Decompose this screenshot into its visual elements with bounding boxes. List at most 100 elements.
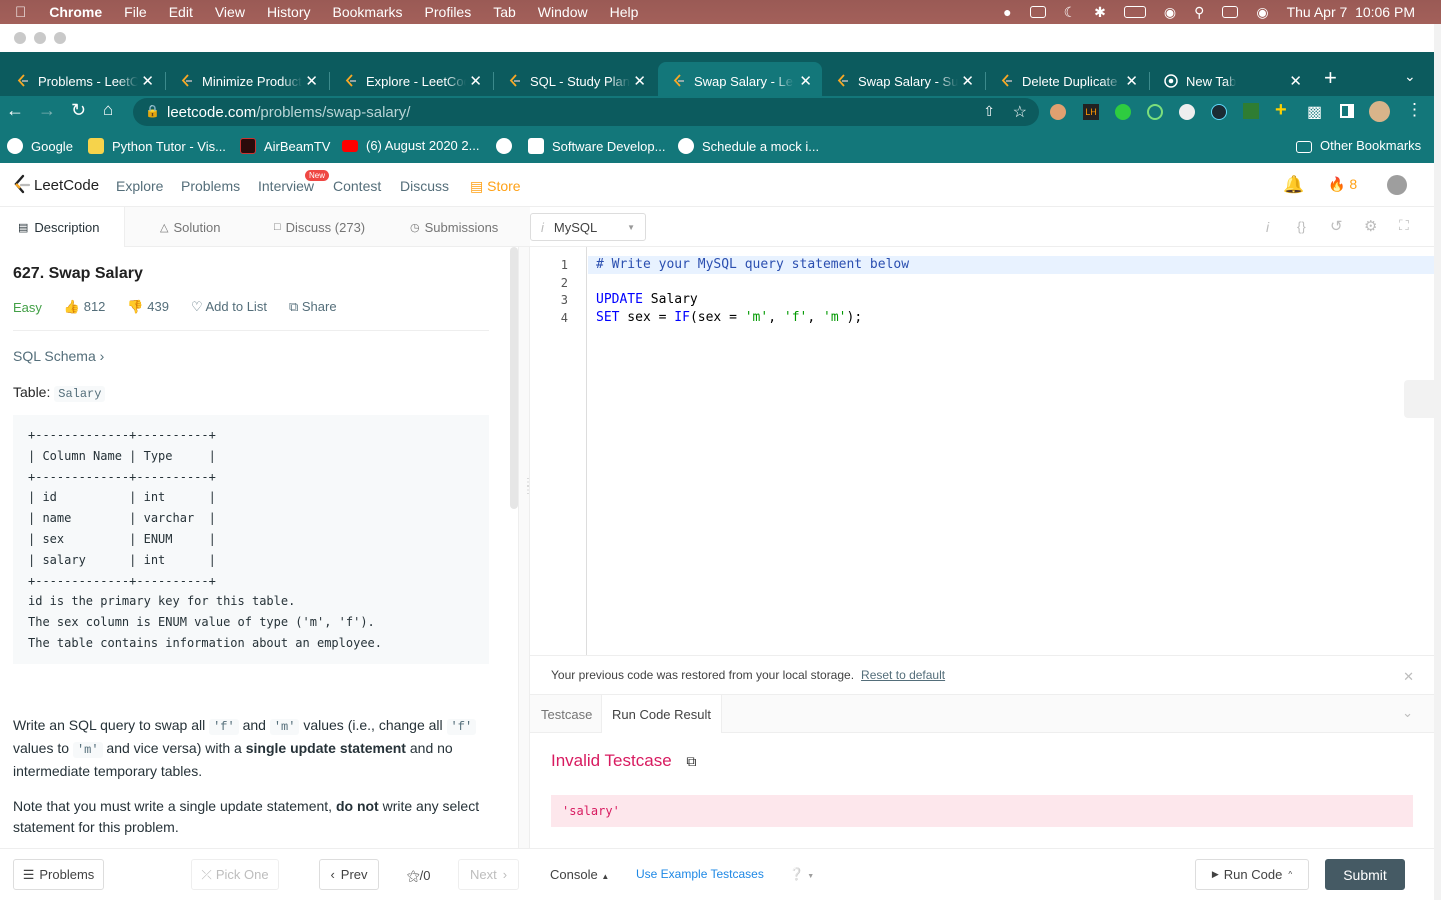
apple-icon[interactable]: 	[15, 4, 26, 21]
collapse-chevron-icon[interactable]: ⌄	[1402, 705, 1413, 721]
tab-description[interactable]: ▤ Description	[0, 207, 125, 247]
browser-tab[interactable]: SQL - Study Plan ✕	[494, 62, 656, 100]
braces-icon[interactable]: {}	[1297, 219, 1306, 234]
like-button[interactable]: 👍 812	[64, 299, 106, 315]
menu-view[interactable]: View	[215, 4, 245, 20]
tab-search-icon[interactable]: ⌄	[1404, 68, 1416, 85]
console-toggle[interactable]: Console ▲	[550, 867, 609, 882]
browser-tab[interactable]: New Tab ✕	[1150, 62, 1312, 100]
menu-bookmarks[interactable]: Bookmarks	[333, 4, 403, 20]
bell-icon[interactable]: 🔔	[1283, 175, 1304, 195]
bookmark-item[interactable]: Software Develop...	[528, 138, 665, 154]
more-menu-icon[interactable]: ⋮	[1406, 100, 1423, 120]
sidebar-icon[interactable]	[1340, 104, 1354, 118]
bookmark-item[interactable]: AirBeamTV	[240, 138, 330, 154]
language-select[interactable]: i MySQL ▼	[530, 213, 646, 241]
next-button[interactable]: Next ›	[458, 859, 519, 890]
problems-button[interactable]: ☰ Problems	[13, 859, 104, 890]
control-center-icon[interactable]	[1222, 6, 1239, 18]
copy-panel-tab[interactable]	[1404, 380, 1434, 418]
close-tab-icon[interactable]: ✕	[1289, 72, 1302, 90]
nav-explore[interactable]: Explore	[116, 178, 163, 194]
run-code-button[interactable]: ▶ Run Code ^	[1195, 859, 1309, 890]
keyboard-icon[interactable]	[1029, 6, 1046, 18]
new-tab-icon[interactable]: +	[1324, 65, 1337, 91]
browser-tab[interactable]: Problems - LeetCode ✕	[2, 62, 164, 100]
minimize-window-button[interactable]	[34, 32, 46, 44]
reset-icon[interactable]: ↺	[1330, 217, 1343, 235]
bookmark-item[interactable]: (6) August 2020 2...	[342, 138, 479, 153]
close-tab-icon[interactable]: ✕	[305, 72, 318, 90]
close-tab-icon[interactable]: ✕	[961, 72, 974, 90]
nav-problems[interactable]: Problems	[181, 178, 240, 194]
react-devtools-icon[interactable]	[1211, 104, 1227, 120]
leetcode-logo[interactable]: LeetCode	[12, 174, 99, 196]
reload-icon[interactable]: ↻	[71, 100, 86, 121]
menu-profiles[interactable]: Profiles	[425, 4, 472, 20]
home-icon[interactable]: ⌂	[103, 100, 113, 120]
nav-store[interactable]: ▤ Store	[470, 178, 521, 195]
bookmark-item[interactable]: Python Tutor - Vis...	[88, 138, 226, 154]
dislike-button[interactable]: 👎 439	[127, 299, 169, 315]
flag-extension-icon[interactable]	[1243, 103, 1259, 119]
tab-discuss[interactable]: □ Discuss (273)	[274, 207, 365, 247]
bookmark-item[interactable]	[496, 138, 520, 154]
close-window-button[interactable]	[14, 32, 26, 44]
bluetooth-icon[interactable]: ✱	[1094, 4, 1106, 21]
other-bookmarks[interactable]: Other Bookmarks	[1296, 138, 1421, 153]
lighthouse-icon[interactable]: LH	[1083, 104, 1099, 120]
bookmark-star-icon[interactable]: ☆	[1013, 102, 1027, 122]
back-icon[interactable]: ←	[6, 100, 24, 121]
plus-extension-icon[interactable]: +	[1275, 99, 1287, 122]
bookmark-item[interactable]: Schedule a mock i...	[678, 138, 819, 154]
extension-icon[interactable]	[1050, 104, 1066, 120]
fullscreen-icon[interactable]: ⛶	[1399, 217, 1409, 234]
use-example-testcases-link[interactable]: Use Example Testcases	[636, 867, 764, 881]
close-tab-icon[interactable]: ✕	[469, 72, 482, 90]
close-tab-icon[interactable]: ✕	[1125, 72, 1138, 90]
description-scrollbar[interactable]	[510, 247, 518, 509]
tab-solution[interactable]: △ Solution	[160, 207, 220, 247]
tab-run-code-result[interactable]: Run Code Result	[601, 695, 722, 733]
tab-submissions[interactable]: ◷ Submissions	[410, 207, 498, 247]
bookmark-item[interactable]: Google	[7, 138, 73, 154]
close-tab-icon[interactable]: ✕	[141, 72, 154, 90]
nav-interview[interactable]: Interview	[258, 178, 314, 194]
menu-history[interactable]: History	[267, 4, 311, 20]
help-icon[interactable]: ❔ ▼	[789, 867, 814, 881]
submit-button[interactable]: Submit	[1325, 859, 1405, 890]
sql-schema-link[interactable]: SQL Schema ›	[13, 348, 497, 364]
pick-one-button[interactable]: ⤫ Pick One	[191, 859, 279, 890]
nav-discuss[interactable]: Discuss	[400, 178, 449, 194]
share-button[interactable]: ⧉ Share	[289, 299, 337, 315]
browser-tab[interactable]: Swap Salary - Submissions ✕	[822, 62, 984, 100]
reset-to-default-link[interactable]: Reset to default	[861, 668, 945, 682]
close-icon[interactable]: ✕	[1403, 669, 1414, 685]
menu-file[interactable]: File	[124, 4, 147, 20]
info-icon[interactable]: i	[1266, 219, 1269, 235]
url-bar[interactable]: 🔒 leetcode.com/problems/swap-salary/ ⇧ ☆	[133, 98, 1039, 126]
puzzle-icon[interactable]: ▩	[1307, 102, 1322, 122]
menu-app[interactable]: Chrome	[49, 4, 102, 20]
menu-tab[interactable]: Tab	[493, 4, 516, 20]
browser-tab[interactable]: Delete Duplicate Emails ✕	[986, 62, 1148, 100]
streak-counter[interactable]: 🔥 8	[1328, 176, 1357, 193]
forward-icon[interactable]: →	[38, 100, 56, 121]
menu-window[interactable]: Window	[538, 4, 588, 20]
clock-date[interactable]: Thu Apr 7 10:06 PM	[1287, 4, 1415, 20]
browser-tab[interactable]: Minimize Product Sum ✕	[166, 62, 328, 100]
copy-icon[interactable]: ⧉	[686, 753, 696, 769]
close-tab-icon[interactable]: ✕	[633, 72, 646, 90]
tab-testcase[interactable]: Testcase	[541, 695, 592, 733]
user-avatar-icon[interactable]	[1387, 175, 1407, 195]
nav-contest[interactable]: Contest	[333, 178, 381, 194]
add-to-list-button[interactable]: ♡ Add to List	[191, 299, 267, 315]
close-tab-icon[interactable]: ✕	[799, 72, 812, 90]
prev-button[interactable]: ‹ Prev	[319, 859, 379, 890]
menu-help[interactable]: Help	[610, 4, 639, 20]
browser-tab[interactable]: Explore - LeetCode ✕	[330, 62, 492, 100]
circle-extension-icon[interactable]	[1179, 104, 1195, 120]
code-editor[interactable]: 1 2 3 4 # Write your MySQL query stateme…	[530, 247, 1434, 655]
wifi-icon[interactable]: ◉	[1164, 4, 1176, 21]
lock-icon[interactable]: 🔒	[145, 104, 160, 118]
